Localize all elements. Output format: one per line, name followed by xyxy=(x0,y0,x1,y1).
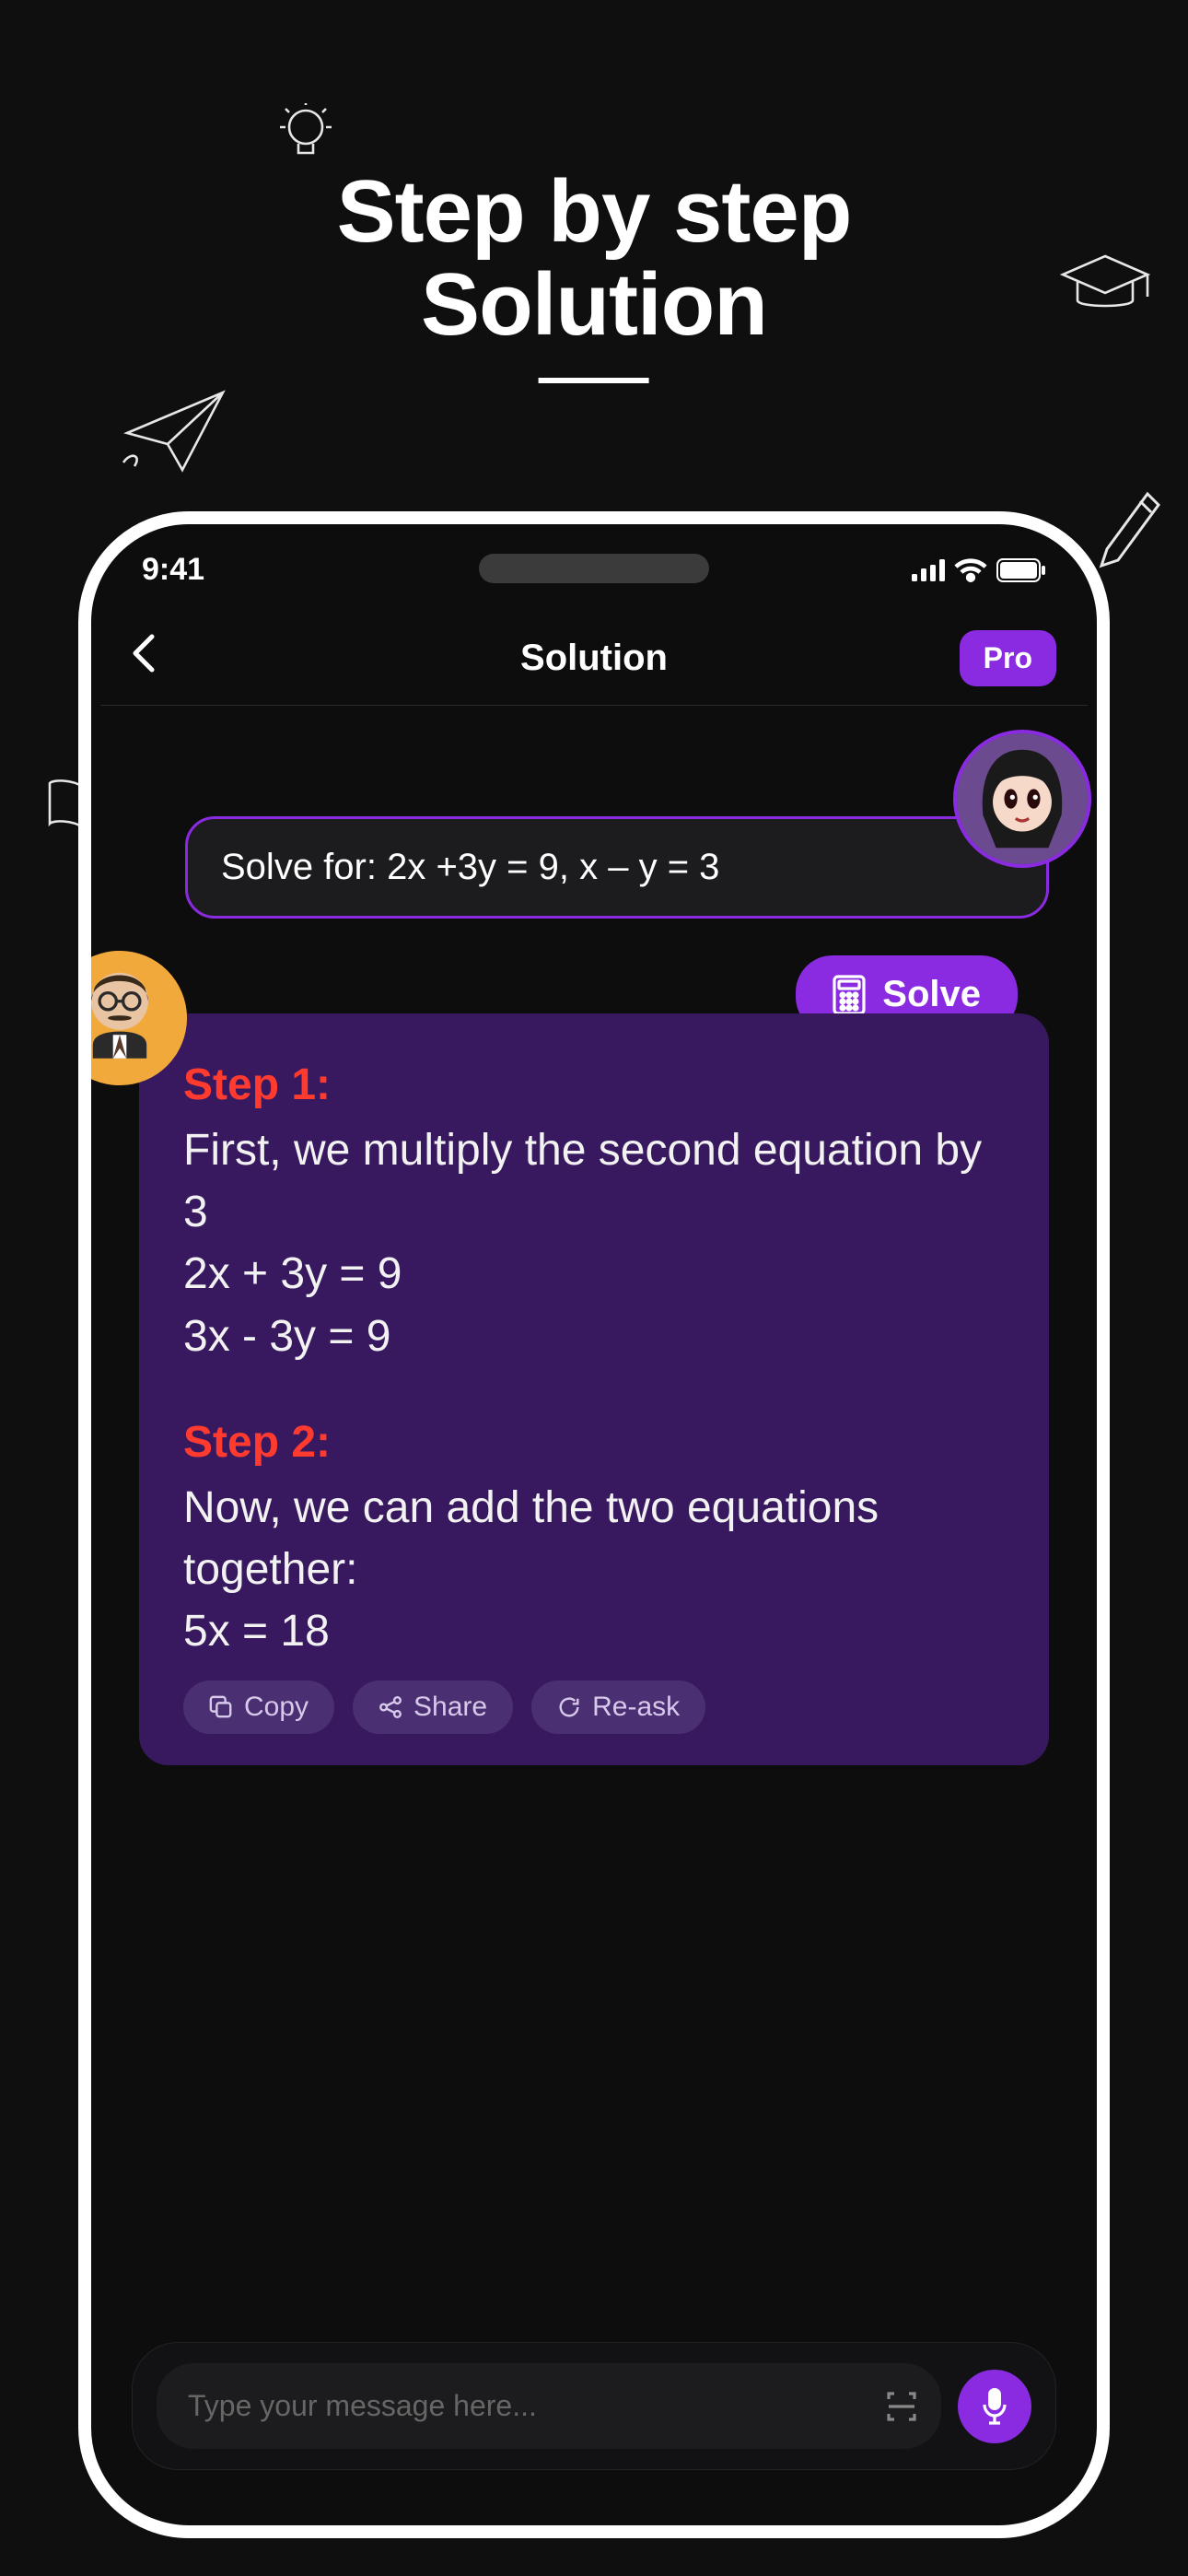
nav-bar: Solution Pro xyxy=(91,595,1097,705)
battery-icon xyxy=(996,558,1046,582)
lightbulb-icon xyxy=(276,101,335,171)
promo-title-line1: Step by step xyxy=(337,166,852,259)
refresh-icon xyxy=(557,1695,581,1719)
cellular-icon xyxy=(912,559,945,581)
answer-actions: Copy Share Re-ask xyxy=(183,1680,1005,1734)
step-2-eq1: 5x = 18 xyxy=(183,1600,1005,1662)
avatar-user xyxy=(953,730,1091,868)
dynamic-island xyxy=(479,554,709,583)
share-button[interactable]: Share xyxy=(353,1680,513,1734)
page-title: Solution xyxy=(520,638,668,679)
pencil-icon xyxy=(1096,488,1160,571)
answer-wrap: Step 1: First, we multiply the second eq… xyxy=(115,1013,1073,1765)
calculator-icon xyxy=(833,975,866,1015)
status-bar: 9:41 xyxy=(91,524,1097,595)
reask-label: Re-ask xyxy=(592,1692,680,1723)
composer-bar xyxy=(132,2342,1056,2470)
paper-plane-icon xyxy=(120,385,230,477)
step-1-eq1: 2x + 3y = 9 xyxy=(183,1243,1005,1305)
answer-bubble: Step 1: First, we multiply the second eq… xyxy=(139,1013,1049,1765)
promo-title-line2: Solution xyxy=(337,259,852,352)
phone-frame: 9:41 Solution Pro xyxy=(78,511,1110,2538)
copy-icon xyxy=(209,1695,233,1719)
status-time: 9:41 xyxy=(142,552,204,588)
solve-button-label: Solve xyxy=(882,974,981,1015)
wifi-icon xyxy=(954,558,987,582)
graduation-cap-icon xyxy=(1059,249,1151,322)
step-1: Step 1: First, we multiply the second eq… xyxy=(183,1060,1005,1367)
promo-underline xyxy=(539,378,649,383)
step-1-label: Step 1: xyxy=(183,1060,1005,1110)
step-1-text: First, we multiply the second equation b… xyxy=(183,1126,982,1236)
status-right xyxy=(912,558,1046,582)
step-1-body: First, we multiply the second equation b… xyxy=(183,1119,1005,1367)
promo-title: Step by step Solution xyxy=(337,166,852,383)
back-button[interactable] xyxy=(132,633,156,684)
step-2-body: Now, we can add the two equations togeth… xyxy=(183,1477,1005,1663)
user-message-wrap: Solve for: 2x +3y = 9, x – y = 3 xyxy=(115,816,1073,919)
user-message-bubble: Solve for: 2x +3y = 9, x – y = 3 xyxy=(185,816,1049,919)
copy-label: Copy xyxy=(244,1692,309,1723)
share-label: Share xyxy=(413,1692,487,1723)
step-2: Step 2: Now, we can add the two equation… xyxy=(183,1417,1005,1663)
mic-icon xyxy=(979,2386,1010,2427)
reask-button[interactable]: Re-ask xyxy=(531,1680,705,1734)
step-2-text: Now, we can add the two equations togeth… xyxy=(183,1483,879,1594)
scan-icon xyxy=(883,2388,920,2425)
step-2-label: Step 2: xyxy=(183,1417,1005,1468)
mic-button[interactable] xyxy=(958,2370,1031,2443)
pro-badge[interactable]: Pro xyxy=(960,630,1056,686)
message-input[interactable] xyxy=(157,2363,941,2449)
scan-button[interactable] xyxy=(877,2382,926,2431)
share-icon xyxy=(379,1695,402,1719)
step-1-eq2: 3x - 3y = 9 xyxy=(183,1306,1005,1367)
chat-area: Solve for: 2x +3y = 9, x – y = 3 Solve xyxy=(91,706,1097,1765)
copy-button[interactable]: Copy xyxy=(183,1680,334,1734)
